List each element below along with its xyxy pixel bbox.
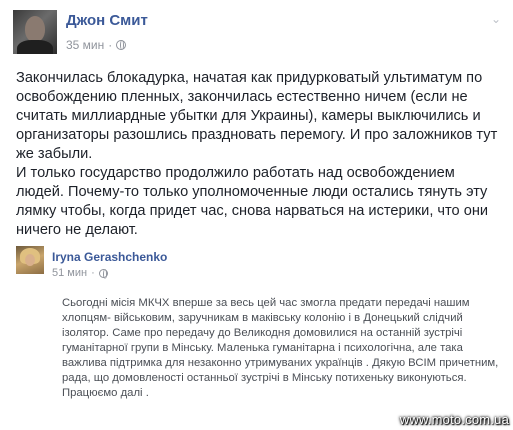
post-paragraph: Закончилась блокадурка, начатая как прид… <box>16 70 498 162</box>
meta-separator: · <box>108 38 113 52</box>
post-body: Закончилась блокадурка, начатая как прид… <box>16 69 504 240</box>
post-paragraph: И только государство продолжило работать… <box>16 165 489 238</box>
shared-author-name-link[interactable]: Iryna Gerashchenko <box>52 250 167 264</box>
author-name-link[interactable]: Джон Смит <box>66 12 148 29</box>
post-meta: 35 мин · <box>66 38 127 52</box>
facebook-post: Джон Смит 35 мин · ⌄ Закончилась блокаду… <box>0 0 513 430</box>
shared-post-meta: 51 мин · <box>52 267 108 279</box>
post-timestamp[interactable]: 35 мин <box>66 38 104 52</box>
chevron-down-icon[interactable]: ⌄ <box>491 13 501 25</box>
shared-post-body: Сьогодні місія МКЧХ вперше за весь цей ч… <box>62 297 499 399</box>
avatar-body <box>17 40 53 54</box>
avatar-face <box>25 254 35 266</box>
avatar-face <box>25 16 45 42</box>
shared-author-avatar[interactable] <box>16 246 44 274</box>
author-avatar[interactable] <box>13 10 57 54</box>
globe-icon[interactable] <box>116 40 127 50</box>
meta-separator: · <box>91 267 95 279</box>
site-watermark: www.moto.com.ua <box>399 412 509 427</box>
globe-icon[interactable] <box>98 268 108 279</box>
shared-post-timestamp[interactable]: 51 мин <box>52 267 87 279</box>
